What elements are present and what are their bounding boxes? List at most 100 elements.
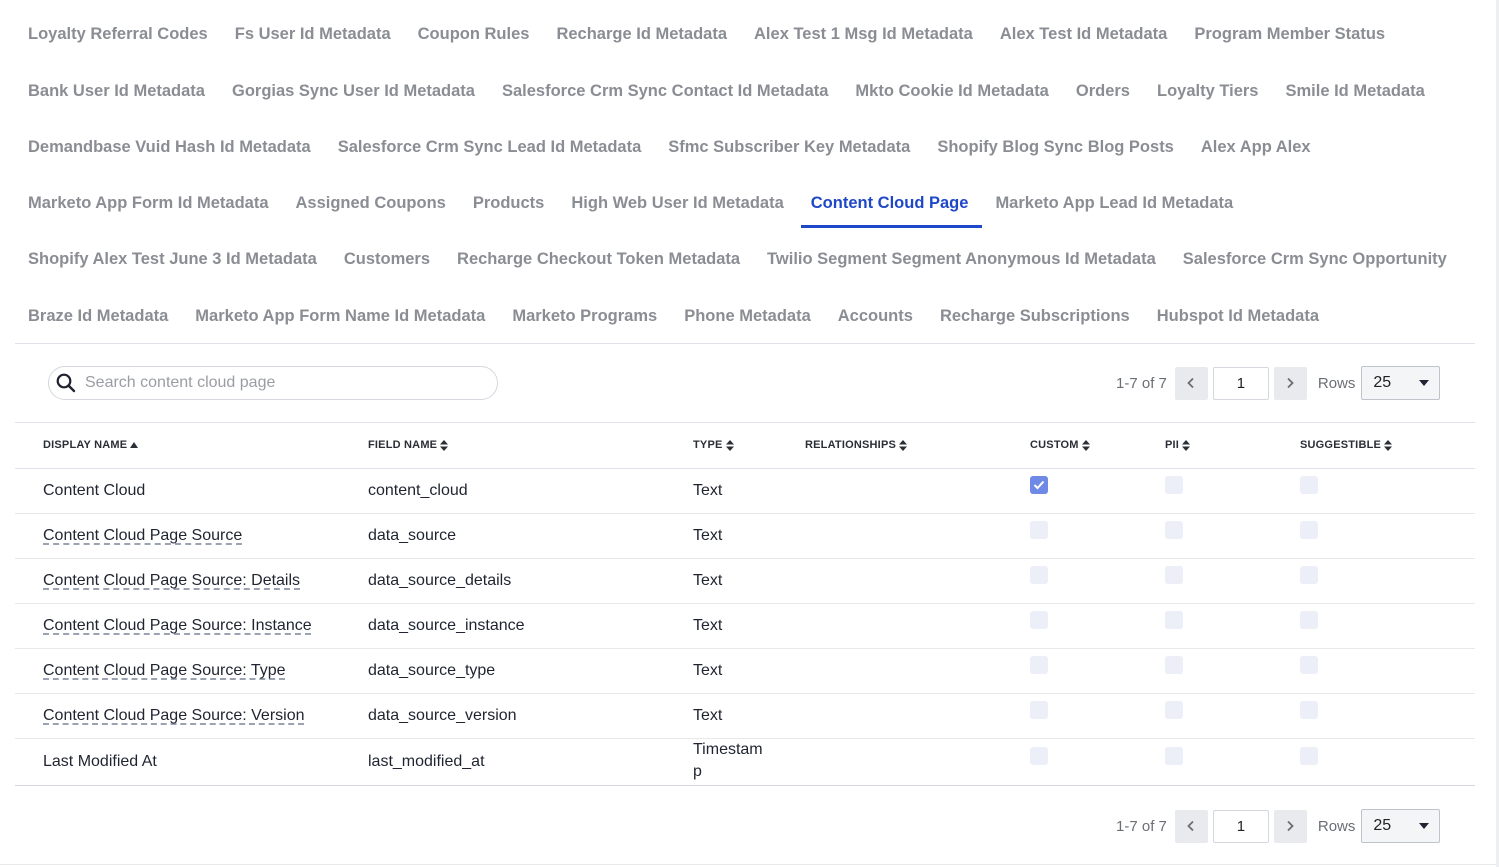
search-input[interactable] [83,373,473,393]
tab-shopify-alex-test-june-3-id-metadata[interactable]: Shopify Alex Test June 3 Id Metadata [28,249,317,269]
display-name-link[interactable]: Content Cloud Page Source: Instance [43,615,312,637]
header-field-name[interactable]: FIELD NAME [368,439,449,451]
tab-bank-user-id-metadata[interactable]: Bank User Id Metadata [28,81,205,101]
tab-loyalty-tiers[interactable]: Loyalty Tiers [1157,81,1259,101]
prev-page-button[interactable] [1174,809,1208,843]
tab-phone-metadata[interactable]: Phone Metadata [684,306,811,326]
tab-alex-test-1-msg-id-metadata[interactable]: Alex Test 1 Msg Id Metadata [754,24,973,44]
next-page-button[interactable] [1273,366,1307,400]
suggestible-checkbox[interactable] [1300,656,1318,674]
tab-row-3: Demandbase Vuid Hash Id Metadata Salesfo… [15,127,1325,167]
suggestible-checkbox[interactable] [1300,747,1318,765]
header-suggestible[interactable]: SUGGESTIBLE [1300,439,1393,451]
tab-orders[interactable]: Orders [1076,81,1130,101]
tab-salesforce-crm-sync-opportunity[interactable]: Salesforce Crm Sync Opportunity [1183,249,1447,269]
tab-recharge-subscriptions[interactable]: Recharge Subscriptions [940,306,1130,326]
suggestible-checkbox[interactable] [1300,521,1318,539]
tab-sfmc-subscriber-key-metadata[interactable]: Sfmc Subscriber Key Metadata [668,137,910,157]
tab-content-cloud-page[interactable]: Content Cloud Page [800,193,983,228]
tab-loyalty-referral-codes[interactable]: Loyalty Referral Codes [28,24,208,44]
tab-recharge-checkout-token-metadata[interactable]: Recharge Checkout Token Metadata [457,249,740,269]
tab-shopify-blog-sync-blog-posts[interactable]: Shopify Blog Sync Blog Posts [937,137,1174,157]
tab-recharge-id-metadata[interactable]: Recharge Id Metadata [556,24,727,44]
tab-hubspot-id-metadata[interactable]: Hubspot Id Metadata [1157,306,1319,326]
tab-mkto-cookie-id-metadata[interactable]: Mkto Cookie Id Metadata [855,81,1048,101]
pagination-bottom: 1-7 of 7 1 Rows 25 [1116,809,1441,843]
pii-checkbox[interactable] [1165,521,1183,539]
display-name-link[interactable]: Content Cloud Page Source: Type [43,660,286,682]
sort-icon [899,439,908,451]
page-number-input[interactable]: 1 [1212,809,1269,843]
custom-checkbox[interactable] [1030,566,1048,584]
header-type[interactable]: TYPE [693,439,734,451]
tab-marketo-app-form-id-metadata[interactable]: Marketo App Form Id Metadata [28,193,269,213]
header-display-name-label: DISPLAY NAME [43,439,128,451]
rows-per-page-select[interactable]: 25 [1361,366,1441,400]
pii-checkbox[interactable] [1165,747,1183,765]
tab-marketo-app-form-name-id-metadata[interactable]: Marketo App Form Name Id Metadata [195,306,485,326]
display-name-link[interactable]: Content Cloud Page Source: Version [43,705,305,727]
tab-program-member-status[interactable]: Program Member Status [1194,24,1385,44]
tab-coupon-rules[interactable]: Coupon Rules [418,24,530,44]
search-box[interactable] [48,366,498,400]
sort-icon [1081,439,1090,451]
tab-bar: Loyalty Referral Codes Fs User Id Metada… [15,0,1475,344]
pii-checkbox[interactable] [1165,566,1183,584]
header-relationships[interactable]: RELATIONSHIPS [805,439,908,451]
tab-smile-id-metadata[interactable]: Smile Id Metadata [1285,81,1424,101]
tab-products[interactable]: Products [473,193,545,213]
tab-demandbase-vuid-hash-id-metadata[interactable]: Demandbase Vuid Hash Id Metadata [28,137,311,157]
header-pii[interactable]: PII [1165,439,1191,451]
suggestible-checkbox[interactable] [1300,566,1318,584]
chevron-left-icon [1187,377,1195,389]
tab-marketo-app-lead-id-metadata[interactable]: Marketo App Lead Id Metadata [995,193,1233,213]
tab-braze-id-metadata[interactable]: Braze Id Metadata [28,306,168,326]
pii-checkbox[interactable] [1165,476,1183,494]
custom-checkbox[interactable] [1030,521,1048,539]
field-name-cell: data_source_type [368,662,496,679]
tab-gorgias-sync-user-id-metadata[interactable]: Gorgias Sync User Id Metadata [232,81,475,101]
pii-checkbox[interactable] [1165,701,1183,719]
rows-per-page-select[interactable]: 25 [1361,809,1441,843]
sort-icon [1182,439,1191,451]
type-cell: Text [693,617,723,634]
header-relationships-label: RELATIONSHIPS [805,439,897,451]
type-cell: Text [693,482,723,499]
tab-twilio-segment-anonymous-id-metadata[interactable]: Twilio Segment Segment Anonymous Id Meta… [767,249,1156,269]
type-cell: Text [693,662,723,679]
pagination-range: 1-7 of 7 [1116,374,1167,392]
custom-checkbox[interactable] [1030,656,1048,674]
tab-alex-test-id-metadata[interactable]: Alex Test Id Metadata [1000,24,1168,44]
tab-salesforce-crm-sync-lead-id-metadata[interactable]: Salesforce Crm Sync Lead Id Metadata [338,137,642,157]
field-name-cell: data_source_instance [368,617,525,634]
page-number-input[interactable]: 1 [1212,366,1269,400]
custom-checkbox[interactable] [1030,611,1048,629]
display-name-link[interactable]: Content Cloud Page Source [43,525,242,547]
chevron-left-icon [1187,820,1195,832]
tab-accounts[interactable]: Accounts [838,306,913,326]
custom-checkbox[interactable] [1030,476,1048,494]
prev-page-button[interactable] [1174,366,1208,400]
tab-fs-user-id-metadata[interactable]: Fs User Id Metadata [235,24,391,44]
tab-salesforce-crm-sync-contact-id-metadata[interactable]: Salesforce Crm Sync Contact Id Metadata [502,81,828,101]
suggestible-checkbox[interactable] [1300,476,1318,494]
header-custom[interactable]: CUSTOM [1030,439,1090,451]
tab-assigned-coupons[interactable]: Assigned Coupons [296,193,446,213]
header-display-name[interactable]: DISPLAY NAME [43,439,139,451]
tab-alex-app-alex[interactable]: Alex App Alex [1201,137,1311,157]
pii-checkbox[interactable] [1165,611,1183,629]
custom-checkbox[interactable] [1030,747,1048,765]
custom-checkbox[interactable] [1030,701,1048,719]
chevron-right-icon [1287,820,1295,832]
pii-checkbox[interactable] [1165,656,1183,674]
tab-high-web-user-id-metadata[interactable]: High Web User Id Metadata [571,193,783,213]
next-page-button[interactable] [1273,809,1307,843]
display-name-link[interactable]: Content Cloud Page Source: Details [43,570,300,592]
tab-marketo-programs[interactable]: Marketo Programs [512,306,657,326]
suggestible-checkbox[interactable] [1300,701,1318,719]
field-name-cell: content_cloud [368,482,468,499]
display-name-cell: Last Modified At [43,753,157,770]
tab-customers[interactable]: Customers [344,249,430,269]
suggestible-checkbox[interactable] [1300,611,1318,629]
pagination-range: 1-7 of 7 [1116,817,1167,835]
